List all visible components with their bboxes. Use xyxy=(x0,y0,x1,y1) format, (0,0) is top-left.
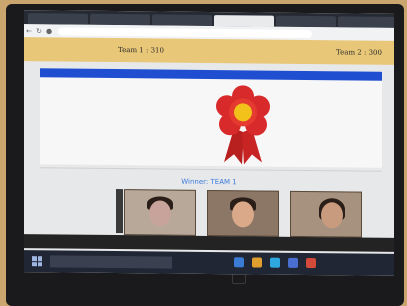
lock-icon: ● xyxy=(45,26,53,35)
team-1-score: Team 1 : 310 xyxy=(118,46,164,55)
url-field[interactable] xyxy=(58,26,312,38)
winner-text: Winner: TEAM 1 xyxy=(181,177,237,187)
back-arrow-icon[interactable]: ← xyxy=(24,27,34,35)
browser-tab[interactable] xyxy=(338,16,394,28)
participant-video[interactable] xyxy=(290,190,362,238)
participant-face xyxy=(232,201,254,228)
meeting-toolbar xyxy=(24,234,394,253)
reload-icon[interactable]: ↻ xyxy=(34,27,44,35)
browser-tab[interactable] xyxy=(276,15,336,28)
taskbar-search-input[interactable] xyxy=(50,255,172,269)
laptop-body: ← ↻ ● Team 1 : 310 Team 2 : 300 Winner: … xyxy=(6,4,404,306)
browser-tab-active[interactable] xyxy=(214,15,274,27)
result-banner xyxy=(40,68,382,81)
participant-face xyxy=(149,200,171,227)
result-panel xyxy=(40,68,382,168)
app-icon[interactable] xyxy=(306,258,316,269)
video-side-strip xyxy=(116,189,123,234)
team-2-score: Team 2 : 300 xyxy=(336,48,382,57)
windows-taskbar xyxy=(24,250,394,276)
browser-tab[interactable] xyxy=(90,13,150,26)
divider xyxy=(40,167,382,172)
score-bar: Team 1 : 310 Team 2 : 300 xyxy=(24,37,394,65)
browser-tab[interactable] xyxy=(152,14,212,27)
award-ribbon-icon xyxy=(216,85,270,165)
participant-face xyxy=(321,202,343,229)
file-explorer-icon[interactable] xyxy=(252,257,262,268)
participant-video[interactable] xyxy=(124,189,196,236)
windows-start-icon[interactable] xyxy=(32,256,42,267)
laptop-screen: ← ↻ ● Team 1 : 310 Team 2 : 300 Winner: … xyxy=(24,10,394,276)
task-view-icon[interactable] xyxy=(234,257,244,268)
meeting-app-icon[interactable] xyxy=(288,257,298,268)
participant-video[interactable] xyxy=(207,189,279,237)
taskbar-app-icons xyxy=(234,257,316,269)
browser-tab[interactable] xyxy=(28,13,88,25)
browser-app-icon[interactable] xyxy=(270,257,280,268)
